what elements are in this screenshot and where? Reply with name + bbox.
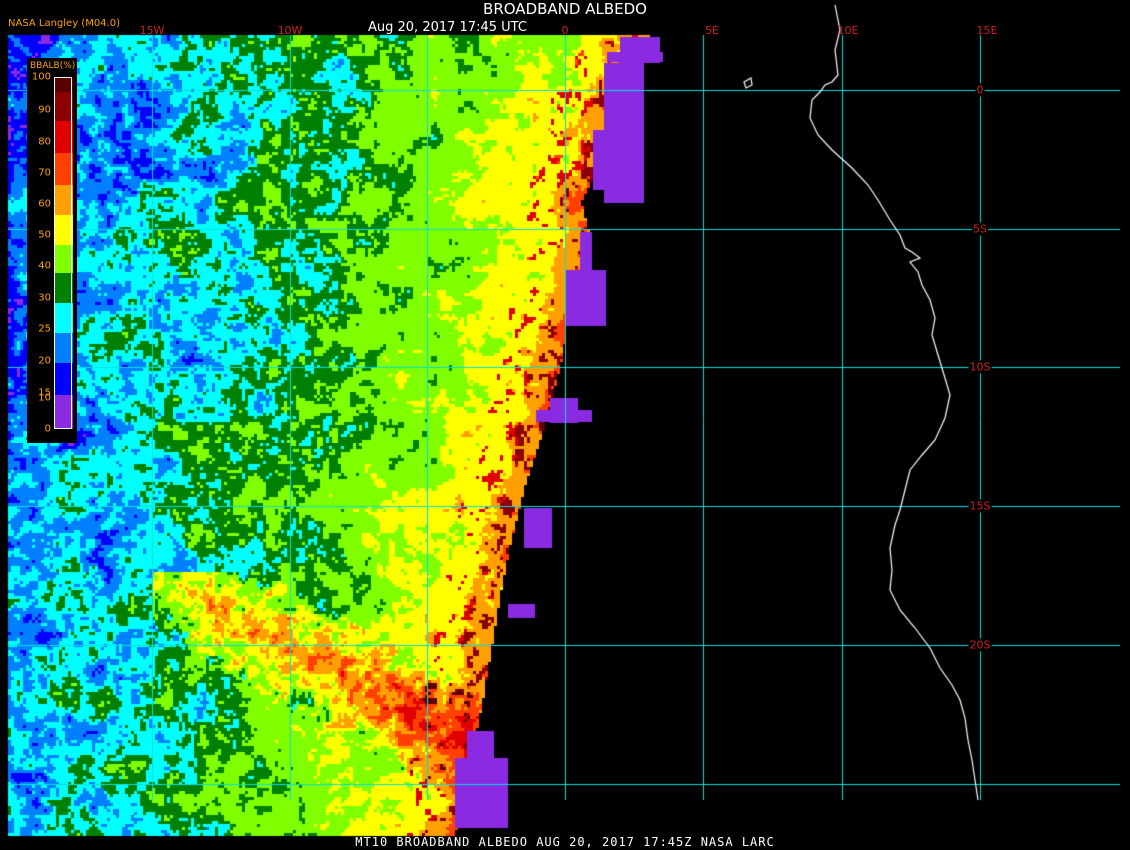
lon-label-10e: 10E	[837, 24, 859, 37]
legend-swatch-80-90	[55, 92, 73, 121]
legend-tick: 50	[38, 229, 51, 241]
lon-label-15e: 15E	[976, 24, 998, 37]
legend-swatch-15-20	[55, 333, 73, 363]
legend-tick: 80	[38, 136, 51, 148]
legend-swatch-90-100	[55, 77, 73, 92]
legend-swatch-30-40	[55, 245, 73, 273]
lon-label-5e: 5E	[705, 24, 719, 37]
legend-tick: 70	[38, 167, 51, 179]
lat-label-0: 0	[975, 83, 985, 97]
legend-tick: 100	[31, 71, 51, 83]
legend-swatch-70-80	[55, 121, 73, 153]
legend-tick: 30	[38, 292, 51, 304]
albedo-legend: BBALB(%) 100 90 80 70 60 50 40 30 25 20 …	[27, 58, 77, 443]
legend-tick: 10	[38, 392, 51, 404]
lat-label-10s: 10S	[968, 360, 992, 374]
legend-tick: 60	[38, 198, 51, 210]
lat-label-5s: 5S	[972, 222, 988, 236]
lon-label-0: 0	[561, 24, 569, 37]
legend-tick: 20	[38, 355, 51, 367]
legend-swatch-60-70	[55, 153, 73, 185]
lon-label-15w: 15W	[139, 24, 165, 37]
lon-label-10w: 10W	[277, 24, 303, 37]
legend-tick: 40	[38, 260, 51, 272]
organization-label: NASA Langley (M04.0)	[8, 18, 120, 29]
map-timestamp: Aug 20, 2017 17:45 UTC	[368, 20, 527, 35]
lat-label-20s: 20S	[968, 638, 992, 652]
legend-swatch-50-60	[55, 185, 73, 215]
legend-title: BBALB(%)	[30, 61, 76, 71]
legend-swatch-10-15	[55, 363, 73, 395]
legend-swatch-40-50	[55, 215, 73, 245]
map-footer-caption: MT10 BROADBAND ALBEDO AUG 20, 2017 17:45…	[355, 835, 775, 849]
legend-swatch-0-10	[55, 395, 73, 429]
map-title: BROADBAND ALBEDO	[483, 0, 647, 18]
legend-tick: 90	[38, 104, 51, 116]
lat-label-15s: 15S	[968, 499, 992, 513]
albedo-map-canvas[interactable]	[0, 0, 1130, 850]
legend-tick: 25	[38, 323, 51, 335]
legend-swatch-25-30	[55, 273, 73, 303]
legend-swatch-20-25	[55, 303, 73, 333]
legend-tick: 0	[44, 423, 51, 435]
